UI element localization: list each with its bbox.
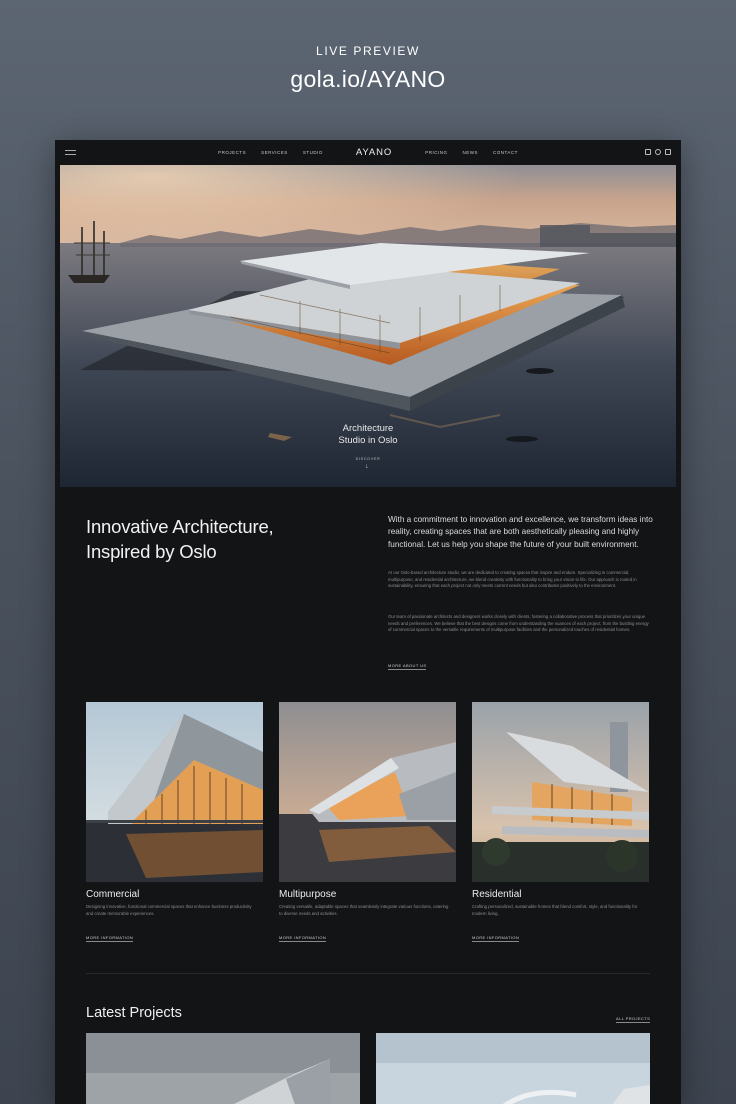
residential-building-render xyxy=(472,702,649,882)
discover-button[interactable]: DISCOVER xyxy=(60,457,676,461)
commercial-title: Commercial xyxy=(86,889,140,900)
multipurpose-building-render xyxy=(279,702,456,882)
nav-left-group: PROJECTS SERVICES STUDIO xyxy=(218,150,323,155)
nav-item-projects[interactable]: PROJECTS xyxy=(218,150,246,155)
project-1-render xyxy=(86,1033,360,1104)
latest-project-card-1[interactable] xyxy=(86,1033,360,1104)
more-about-us-link[interactable]: MORE ABOUT US xyxy=(388,663,427,670)
nav-item-services[interactable]: SERVICES xyxy=(261,150,288,155)
behance-icon[interactable] xyxy=(665,149,671,155)
multipurpose-description: Creating versatile, adaptable spaces tha… xyxy=(279,904,449,916)
intro-heading-line2: Inspired by Oslo xyxy=(86,541,217,562)
preview-url[interactable]: gola.io/AYANO xyxy=(0,66,736,93)
residential-title: Residential xyxy=(472,889,522,900)
site-logo[interactable]: AYANO xyxy=(356,147,392,158)
pinterest-icon[interactable] xyxy=(655,149,661,155)
hero-caption-line1: Architecture xyxy=(342,423,394,434)
live-preview-label: LIVE PREVIEW xyxy=(316,44,420,58)
intro-body-paragraph-2: Our team of passionate architects and de… xyxy=(388,614,649,633)
section-divider xyxy=(86,973,650,974)
intro-heading: Innovative Architecture, Inspired by Osl… xyxy=(86,514,336,564)
multipurpose-image[interactable] xyxy=(279,702,456,882)
hero-image: Architecture Studio in Oslo DISCOVER ↓ xyxy=(60,165,676,487)
website-preview: PROJECTS SERVICES STUDIO AYANO PRICING N… xyxy=(55,140,681,1104)
multipurpose-more-info-link[interactable]: MORE INFORMATION xyxy=(279,935,327,942)
commercial-more-info-link[interactable]: MORE INFORMATION xyxy=(86,935,134,942)
latest-project-card-2[interactable] xyxy=(376,1033,650,1104)
residential-image[interactable] xyxy=(472,702,649,882)
intro-lead-paragraph: With a commitment to innovation and exce… xyxy=(388,515,653,549)
intro-heading-line1: Innovative Architecture, xyxy=(86,516,274,537)
residential-description: Crafting personalized, sustainable homes… xyxy=(472,904,638,916)
top-navigation: PROJECTS SERVICES STUDIO AYANO PRICING N… xyxy=(55,140,681,165)
nav-item-studio[interactable]: STUDIO xyxy=(303,150,323,155)
commercial-description: Designing innovative, functional commerc… xyxy=(86,904,252,916)
hero-caption: Architecture Studio in Oslo xyxy=(60,423,676,447)
multipurpose-title: Multipurpose xyxy=(279,889,337,900)
commercial-building-render xyxy=(86,702,263,882)
all-projects-link[interactable]: ALL PROJECTS xyxy=(616,1016,651,1023)
social-icons xyxy=(645,149,671,155)
hero-caption-line2: Studio in Oslo xyxy=(338,435,398,446)
instagram-icon[interactable] xyxy=(645,149,651,155)
residential-more-info-link[interactable]: MORE INFORMATION xyxy=(472,935,520,942)
nav-item-news[interactable]: NEWS xyxy=(462,150,478,155)
latest-projects-heading: Latest Projects xyxy=(86,1005,182,1021)
arrow-down-icon[interactable]: ↓ xyxy=(365,463,369,470)
hamburger-menu-icon[interactable] xyxy=(65,150,76,155)
project-2-render xyxy=(376,1033,650,1104)
nav-item-pricing[interactable]: PRICING xyxy=(425,150,447,155)
intro-body-paragraph-1: At our Oslo-based architecture studio, w… xyxy=(388,570,637,589)
nav-item-contact[interactable]: CONTACT xyxy=(493,150,518,155)
nav-right-group: PRICING NEWS CONTACT xyxy=(425,150,518,155)
commercial-image[interactable] xyxy=(86,702,263,882)
